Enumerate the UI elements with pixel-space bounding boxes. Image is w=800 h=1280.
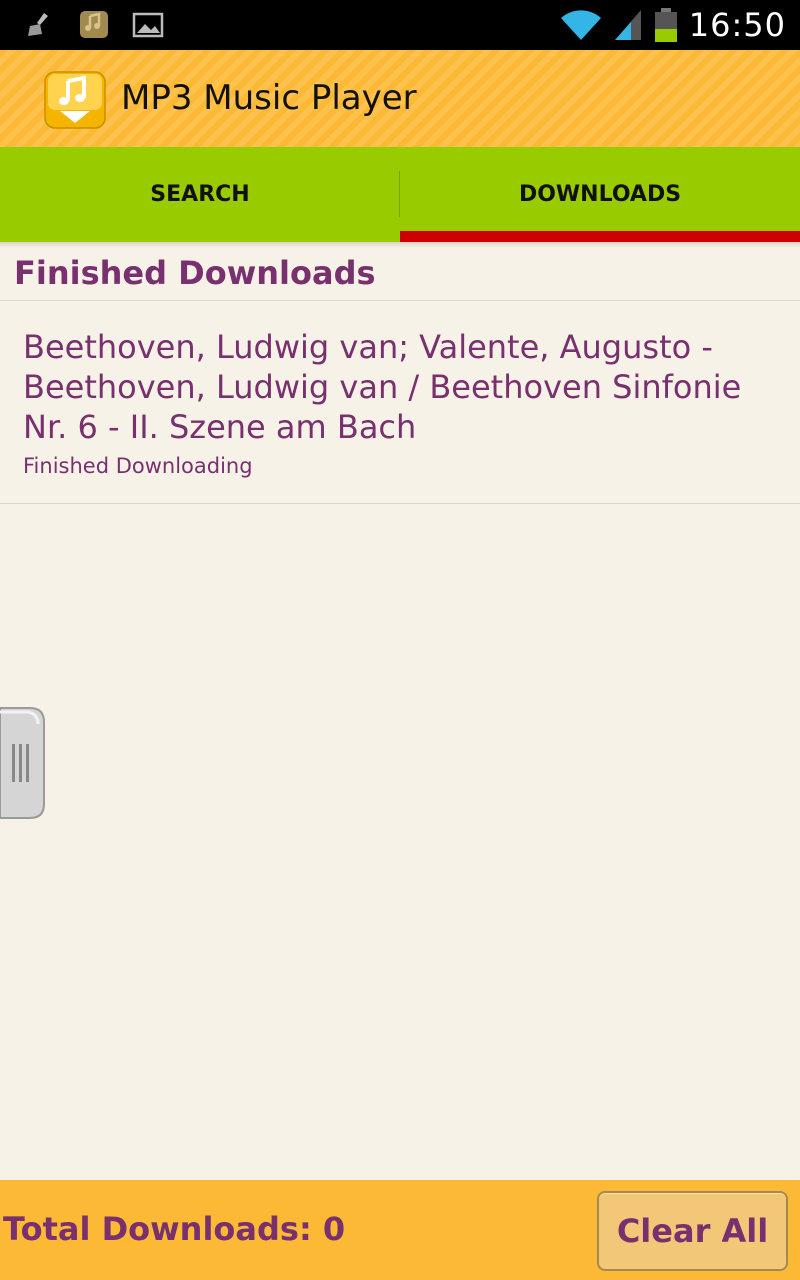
image-icon	[132, 12, 164, 38]
tab-downloads[interactable]: DOWNLOADS	[400, 147, 800, 242]
list-item[interactable]: Beethoven, Ludwig van; Valente, Augusto …	[0, 302, 800, 502]
battery-icon	[654, 8, 677, 42]
status-bar: 16:50	[0, 0, 800, 50]
grip-icon	[12, 744, 29, 782]
tab-downloads-label: DOWNLOADS	[518, 182, 682, 207]
broom-icon	[28, 13, 48, 36]
tab-search[interactable]: SEARCH	[0, 147, 400, 242]
download-status: Finished Downloading	[23, 454, 253, 478]
bottom-bar: Total Downloads: 0 Clear All	[0, 1180, 800, 1280]
total-downloads-label: Total Downloads: 0	[3, 1210, 346, 1248]
clear-all-button[interactable]: Clear All	[597, 1191, 788, 1271]
signal-icon	[614, 10, 641, 40]
wifi-icon	[560, 10, 601, 40]
app-title: MP3 Music Player	[121, 78, 417, 118]
divider	[0, 503, 800, 504]
divider	[0, 300, 800, 301]
music-note-download-icon	[44, 71, 106, 129]
clock: 16:50	[688, 6, 786, 44]
download-title: Beethoven, Ludwig van; Valente, Augusto …	[23, 328, 742, 446]
tabs-shadow	[0, 242, 800, 248]
drawer-handle[interactable]	[0, 706, 46, 820]
tab-search-label: SEARCH	[150, 182, 250, 207]
active-tab-indicator	[400, 231, 800, 242]
tab-bar: SEARCH DOWNLOADS	[0, 147, 800, 242]
music-download-icon	[80, 11, 108, 38]
app-bar: MP3 Music Player	[0, 50, 800, 147]
section-title: Finished Downloads	[14, 254, 376, 292]
